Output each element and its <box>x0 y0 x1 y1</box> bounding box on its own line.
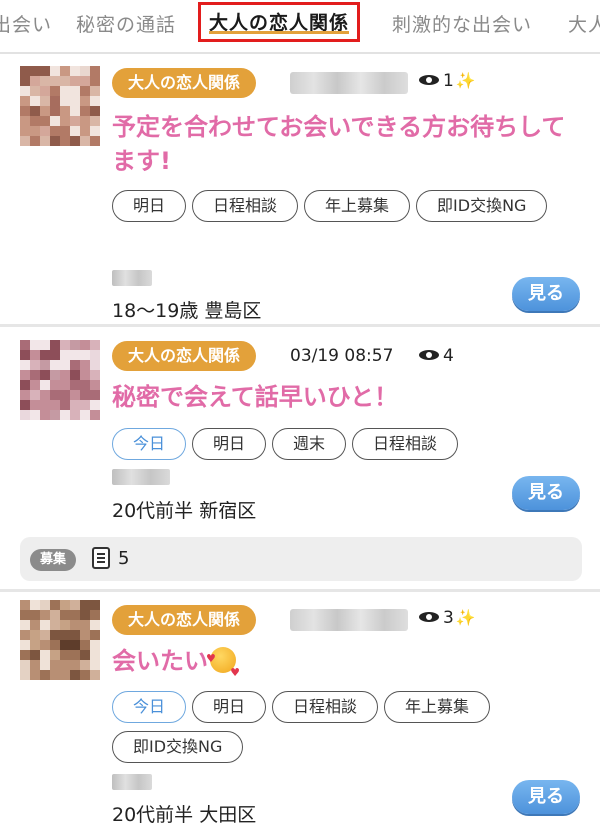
recruit-badge: 募集 <box>30 549 77 571</box>
tag-chip: 日程相談 <box>352 428 459 460</box>
category-badge: 大人の恋人関係 <box>112 605 257 635</box>
tag-chip: 年上募集 <box>384 691 491 723</box>
tag-chip-today: 今日 <box>112 691 187 723</box>
tab-otona-more[interactable]: 大人 <box>568 10 600 37</box>
tag-chip: 日程相談 <box>192 190 299 222</box>
age-location: 20代前半 新宿区 <box>112 500 257 522</box>
smiling-face-with-hearts-icon <box>206 642 240 690</box>
tab-himitsu-no-tsuwa[interactable]: 秘密の通話 <box>76 10 176 37</box>
tag-chip: 年上募集 <box>304 190 411 222</box>
tag-chip-today: 今日 <box>112 428 187 460</box>
tag-chip: 即ID交換NG <box>416 190 548 222</box>
view-count-value: 3 <box>443 608 454 628</box>
tag-chip: 日程相談 <box>272 691 379 723</box>
tag-list: 今日 明日 日程相談 年上募集 即ID交換NG <box>112 691 582 763</box>
divider <box>0 324 600 327</box>
blurred-nickname <box>112 270 152 286</box>
blurred-datetime <box>290 609 408 631</box>
view-count: 4 <box>418 346 454 366</box>
tag-list: 明日 日程相談 年上募集 即ID交換NG <box>112 190 582 222</box>
blurred-nickname <box>112 774 152 790</box>
blurred-nickname <box>112 469 170 485</box>
avatar[interactable] <box>20 66 100 146</box>
post-title-text: 会いたい <box>112 647 208 675</box>
memo-icon <box>92 547 110 569</box>
sparkle-icon: ✨ <box>455 608 476 627</box>
tag-chip: 明日 <box>192 428 267 460</box>
category-badge: 大人の恋人関係 <box>112 68 257 98</box>
recruit-count: 5 <box>118 548 130 569</box>
sparkle-icon: ✨ <box>455 71 476 90</box>
tab-active-underline <box>209 31 350 34</box>
category-tab-bar: 出会い 秘密の通話 大人の恋人関係 刺激的な出会い 大人 <box>0 0 600 54</box>
view-button[interactable]: 見る <box>512 780 580 814</box>
view-count: 3 ✨ <box>418 608 476 628</box>
view-count-value: 1 <box>443 71 454 91</box>
eye-icon <box>418 348 440 362</box>
view-count: 1 ✨ <box>418 71 476 91</box>
post-title[interactable]: 会いたい <box>112 642 582 690</box>
tag-chip: 明日 <box>112 190 187 222</box>
view-count-value: 4 <box>443 346 454 366</box>
tag-chip: 週末 <box>272 428 347 460</box>
avatar[interactable] <box>20 600 100 680</box>
age-location: 18〜19歳 豊島区 <box>112 300 262 322</box>
tab-deai[interactable]: 出会い <box>0 10 52 37</box>
recruit-summary-bar[interactable]: 募集 5 <box>20 537 582 581</box>
tab-shigekiteki[interactable]: 刺激的な出会い <box>392 10 532 37</box>
category-badge: 大人の恋人関係 <box>112 341 257 371</box>
eye-icon <box>418 610 440 624</box>
divider <box>0 589 600 592</box>
post-title[interactable]: 秘密で会えて話早いひと！ <box>112 380 582 414</box>
view-button[interactable]: 見る <box>512 476 580 510</box>
eye-icon <box>418 73 440 87</box>
tag-chip: 明日 <box>192 691 267 723</box>
avatar[interactable] <box>20 340 100 420</box>
age-location: 20代前半 大田区 <box>112 804 257 826</box>
view-button[interactable]: 見る <box>512 277 580 311</box>
tab-otona-no-koibito[interactable]: 大人の恋人関係 <box>198 2 361 42</box>
post-title[interactable]: 予定を合わせてお会いできる方お待ちしてます! <box>112 110 582 178</box>
tag-list: 今日 明日 週末 日程相談 <box>112 428 582 460</box>
tag-chip: 即ID交換NG <box>112 731 244 763</box>
blurred-datetime <box>290 72 408 94</box>
post-datetime: 03/19 08:57 <box>290 346 394 366</box>
